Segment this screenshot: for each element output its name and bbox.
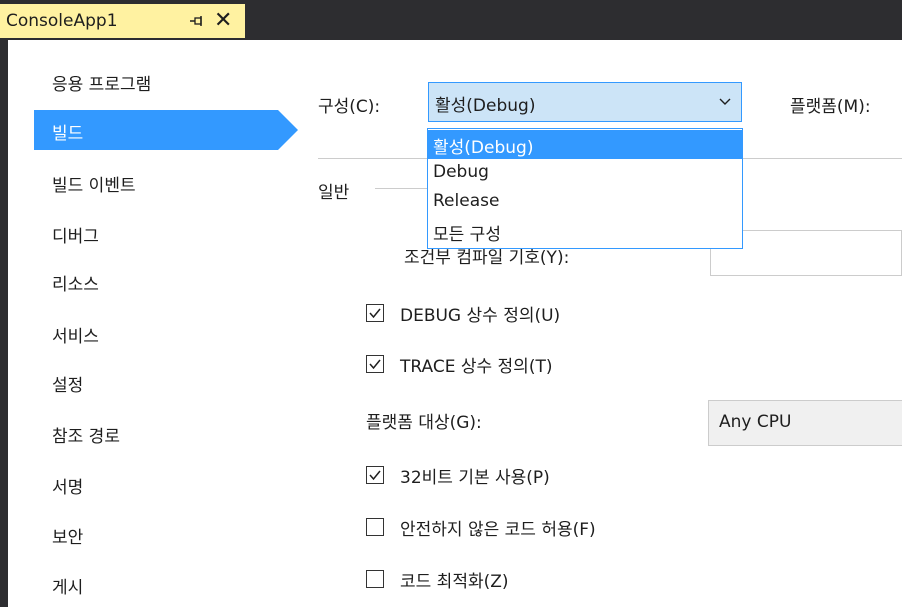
configuration-combobox[interactable]: 활성(Debug) <box>428 82 742 122</box>
optimize-checkbox[interactable] <box>366 570 384 588</box>
sidebar-selection-arrow <box>278 110 298 150</box>
sidebar-item-signing[interactable]: 서명 <box>52 473 83 498</box>
sidebar-item-build[interactable]: 빌드 <box>52 119 83 144</box>
platform-target-label: 플랫폼 대상(G): <box>366 413 482 433</box>
dropdown-option-active-debug[interactable]: 활성(Debug) <box>428 130 742 159</box>
sidebar: 응용 프로그램 빌드 빌드 이벤트 디버그 리소스 서비스 설정 참조 경로 서… <box>8 40 300 607</box>
define-debug-label: DEBUG 상수 정의(U) <box>400 306 561 326</box>
chevron-down-icon <box>719 98 731 105</box>
prefer-32bit-label: 32비트 기본 사용(P) <box>400 468 550 488</box>
section-rule <box>375 188 430 189</box>
platform-label: 플랫폼(M): <box>790 97 871 117</box>
dropdown-option-release[interactable]: Release <box>428 188 742 217</box>
define-trace-label: TRACE 상수 정의(T) <box>400 357 553 377</box>
allow-unsafe-checkbox[interactable] <box>366 518 384 536</box>
close-icon[interactable]: ✕ <box>214 10 232 32</box>
platform-target-value: Any CPU <box>719 412 792 432</box>
checkmark-icon <box>369 308 381 319</box>
prefer-32bit-checkbox[interactable] <box>366 466 384 484</box>
allow-unsafe-label: 안전하지 않은 코드 허용(F) <box>400 520 596 540</box>
sidebar-item-services[interactable]: 서비스 <box>52 322 99 347</box>
window-frame <box>0 40 8 607</box>
checkmark-icon <box>369 470 381 481</box>
document-tab-title: ConsoleApp1 <box>6 11 118 31</box>
define-trace-checkbox[interactable] <box>366 355 384 373</box>
configuration-label: 구성(C): <box>318 97 381 117</box>
sidebar-item-resources[interactable]: 리소스 <box>52 270 99 295</box>
sidebar-item-build-events[interactable]: 빌드 이벤트 <box>52 171 136 196</box>
dropdown-option-debug[interactable]: Debug <box>428 159 742 188</box>
sidebar-item-reference-paths[interactable]: 참조 경로 <box>52 422 120 447</box>
sidebar-item-settings[interactable]: 설정 <box>52 371 83 396</box>
checkmark-icon <box>369 359 381 370</box>
general-section-header: 일반 <box>318 183 350 203</box>
document-tab[interactable]: ConsoleApp1 ✕ <box>0 4 245 38</box>
sidebar-item-application[interactable]: 응용 프로그램 <box>52 70 151 95</box>
sidebar-item-publish[interactable]: 게시 <box>52 573 83 598</box>
configuration-dropdown-list: 활성(Debug) Debug Release 모든 구성 <box>427 128 743 249</box>
configuration-value: 활성(Debug) <box>435 96 536 116</box>
platform-target-select[interactable]: Any CPU <box>708 400 902 446</box>
sidebar-item-debug[interactable]: 디버그 <box>52 222 99 247</box>
optimize-label: 코드 최적화(Z) <box>400 572 509 592</box>
define-debug-checkbox[interactable] <box>366 304 384 322</box>
pin-icon[interactable] <box>190 14 206 28</box>
sidebar-item-security[interactable]: 보안 <box>52 523 83 548</box>
dropdown-option-all-configurations[interactable]: 모든 구성 <box>428 217 742 246</box>
